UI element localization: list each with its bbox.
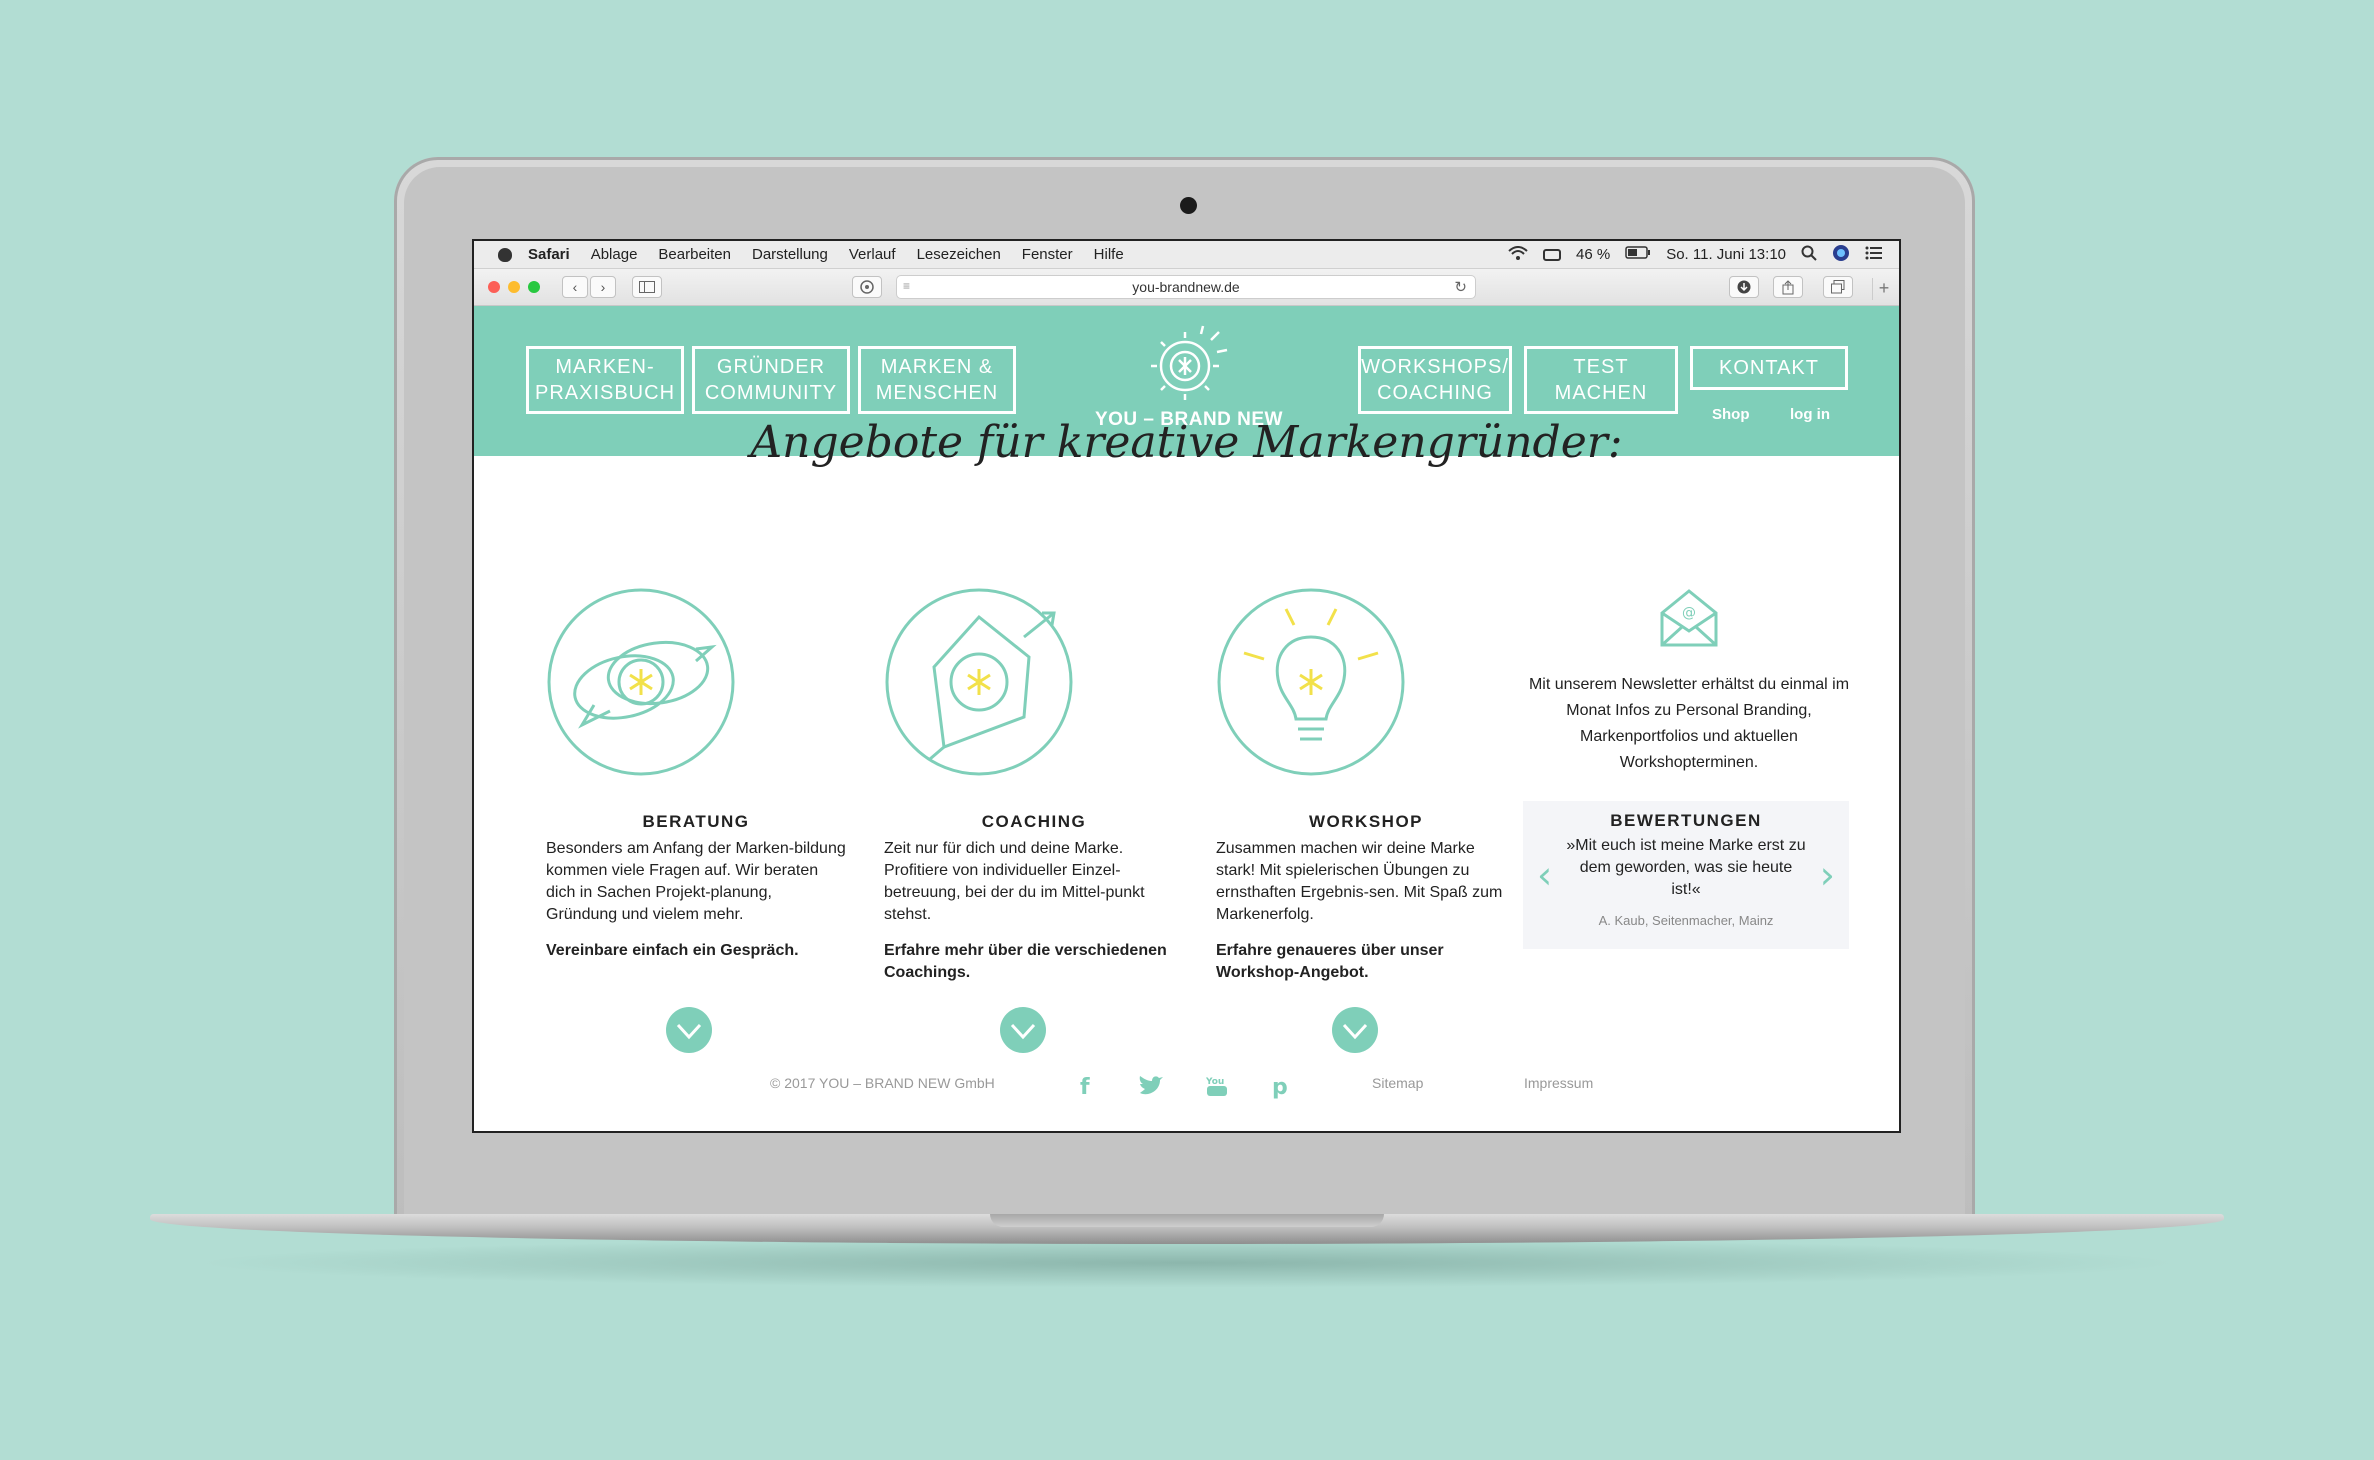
url-bar[interactable]: ≡ you-brandnew.de ↻ bbox=[896, 275, 1476, 299]
mac-menubar: Safari Ablage Bearbeiten Darstellung Ver… bbox=[474, 241, 1899, 269]
reload-icon[interactable]: ↻ bbox=[1454, 278, 1467, 296]
chevron-down-icon[interactable] bbox=[666, 1007, 712, 1053]
svg-text:@: @ bbox=[1682, 605, 1696, 621]
menu-bearbeiten[interactable]: Bearbeiten bbox=[658, 246, 731, 263]
offer-title: BERATUNG bbox=[642, 812, 750, 831]
nav-marken-menschen[interactable]: MARKEN & MENSCHEN bbox=[858, 346, 1016, 414]
menu-verlauf[interactable]: Verlauf bbox=[849, 246, 896, 263]
offer-title: COACHING bbox=[981, 812, 1087, 831]
offer-text: Zusammen machen wir deine Marke stark! M… bbox=[1216, 840, 1503, 923]
menubar-status: 46 % So. 11. Juni 13:10 bbox=[1508, 244, 1889, 266]
back-icon[interactable]: ‹ bbox=[562, 276, 588, 298]
footer-copyright: © 2017 YOU – BRAND NEW GmbH bbox=[770, 1075, 995, 1091]
nav-workshops-coaching[interactable]: WORKSHOPS/ COACHING bbox=[1358, 346, 1512, 414]
logo-gear-icon bbox=[1151, 325, 1228, 400]
nav-kontakt[interactable]: KONTAKT bbox=[1690, 346, 1848, 390]
footer-sitemap-link[interactable]: Sitemap bbox=[1372, 1075, 1423, 1091]
growth-compass-icon bbox=[885, 588, 1073, 776]
wifi-icon[interactable] bbox=[1508, 245, 1528, 264]
laptop-notch bbox=[990, 1214, 1384, 1227]
notification-center-icon[interactable] bbox=[1865, 246, 1883, 264]
page-headline: Angebote für kreative Markengründer: bbox=[750, 417, 1623, 468]
siri-icon[interactable] bbox=[1832, 244, 1850, 266]
svg-text:You: You bbox=[1206, 1077, 1224, 1087]
menu-ablage[interactable]: Ablage bbox=[591, 246, 638, 263]
youtube-icon[interactable]: You bbox=[1205, 1075, 1228, 1103]
offer-coaching: COACHING Zeit nur für dich und deine Mar… bbox=[884, 587, 1184, 984]
menu-darstellung[interactable]: Darstellung bbox=[752, 246, 828, 263]
reviews-title: BEWERTUNGEN bbox=[1610, 811, 1762, 830]
speech-bubbles-icon bbox=[547, 588, 735, 776]
menubar-datetime[interactable]: So. 11. Juni 13:10 bbox=[1666, 246, 1786, 263]
offer-title: WORKSHOP bbox=[1309, 812, 1423, 831]
offer-text: Zeit nur für dich und deine Marke. Profi… bbox=[884, 840, 1145, 923]
menu-lesezeichen[interactable]: Lesezeichen bbox=[917, 246, 1001, 263]
menu-safari[interactable]: Safari bbox=[528, 246, 570, 263]
menu-fenster[interactable]: Fenster bbox=[1022, 246, 1073, 263]
battery-icon[interactable] bbox=[1625, 246, 1651, 263]
chevron-down-icon[interactable] bbox=[1332, 1007, 1378, 1053]
screen: Safari Ablage Bearbeiten Darstellung Ver… bbox=[472, 239, 1901, 1133]
close-window-button[interactable] bbox=[488, 281, 500, 293]
newsletter-text: Mit unserem Newsletter erhältst du einma… bbox=[1528, 676, 1850, 771]
newsletter-envelope-icon[interactable]: @ bbox=[1658, 587, 1720, 649]
apple-icon[interactable] bbox=[498, 247, 512, 262]
new-tab-icon[interactable]: + bbox=[1872, 278, 1895, 300]
site-logo[interactable]: YOU – BRAND NEW bbox=[1079, 320, 1299, 431]
lightbulb-icon bbox=[1217, 588, 1405, 776]
browser-toolbar: ‹ › ≡ you-brandnew.de ↻ + bbox=[474, 269, 1899, 306]
zoom-window-button[interactable] bbox=[528, 281, 540, 293]
camera-icon bbox=[1180, 197, 1197, 214]
window-controls bbox=[488, 281, 540, 293]
laptop-shadow bbox=[190, 1238, 2185, 1288]
download-icon[interactable] bbox=[1729, 276, 1759, 298]
chevron-left-icon[interactable]: ‹ bbox=[1537, 853, 1552, 897]
facebook-icon[interactable]: f bbox=[1080, 1075, 1090, 1100]
review-quote: »Mit euch ist meine Marke erst zu dem ge… bbox=[1566, 837, 1806, 898]
sidebar-toggle-icon[interactable] bbox=[632, 276, 662, 298]
newsletter-block: @ Mit unserem Newsletter erhältst du ein… bbox=[1524, 587, 1854, 776]
pinterest-icon[interactable]: p bbox=[1272, 1075, 1288, 1100]
footer-impressum-link[interactable]: Impressum bbox=[1524, 1075, 1593, 1091]
privacy-report-icon[interactable] bbox=[852, 276, 882, 298]
forward-icon[interactable]: › bbox=[590, 276, 616, 298]
battery-percentage: 46 % bbox=[1575, 246, 1611, 263]
chevron-right-icon[interactable]: › bbox=[1820, 853, 1835, 897]
offer-cta-link[interactable]: Erfahre mehr über die verschiedenen Coac… bbox=[884, 940, 1184, 984]
chevron-down-icon[interactable] bbox=[1000, 1007, 1046, 1053]
minimize-window-button[interactable] bbox=[508, 281, 520, 293]
nav-test-machen[interactable]: TEST MACHEN bbox=[1524, 346, 1678, 414]
airplay-icon[interactable] bbox=[1542, 248, 1561, 261]
menu-hilfe[interactable]: Hilfe bbox=[1094, 246, 1124, 263]
share-icon[interactable] bbox=[1773, 276, 1803, 298]
twitter-icon[interactable] bbox=[1138, 1075, 1164, 1103]
url-text: you-brandnew.de bbox=[1132, 279, 1240, 295]
offer-cta-link[interactable]: Vereinbare einfach ein Gespräch. bbox=[546, 940, 846, 962]
site-footer: © 2017 YOU – BRAND NEW GmbH f You p Site… bbox=[474, 1071, 1899, 1101]
offer-text: Besonders am Anfang der Marken-bildung k… bbox=[546, 840, 846, 923]
spotlight-search-icon[interactable] bbox=[1801, 245, 1817, 265]
review-author: A. Kaub, Seitenmacher, Mainz bbox=[1598, 913, 1774, 928]
nav-gruender-community[interactable]: GRÜNDER COMMUNITY bbox=[692, 346, 850, 414]
reviews-slider: BEWERTUNGEN »Mit euch ist meine Marke er… bbox=[1523, 801, 1849, 949]
reader-view-icon[interactable]: ≡ bbox=[903, 279, 910, 293]
offer-beratung: BERATUNG Besonders am Anfang der Marken-… bbox=[546, 587, 846, 962]
offer-workshop: WORKSHOP Zusammen machen wir deine Marke… bbox=[1216, 587, 1516, 984]
tabs-overview-icon[interactable] bbox=[1823, 276, 1853, 298]
offer-cta-link[interactable]: Erfahre genaueres über unser Workshop-An… bbox=[1216, 940, 1516, 984]
nav-marken-praxisbuch[interactable]: MARKEN- PRAXISBUCH bbox=[526, 346, 684, 414]
